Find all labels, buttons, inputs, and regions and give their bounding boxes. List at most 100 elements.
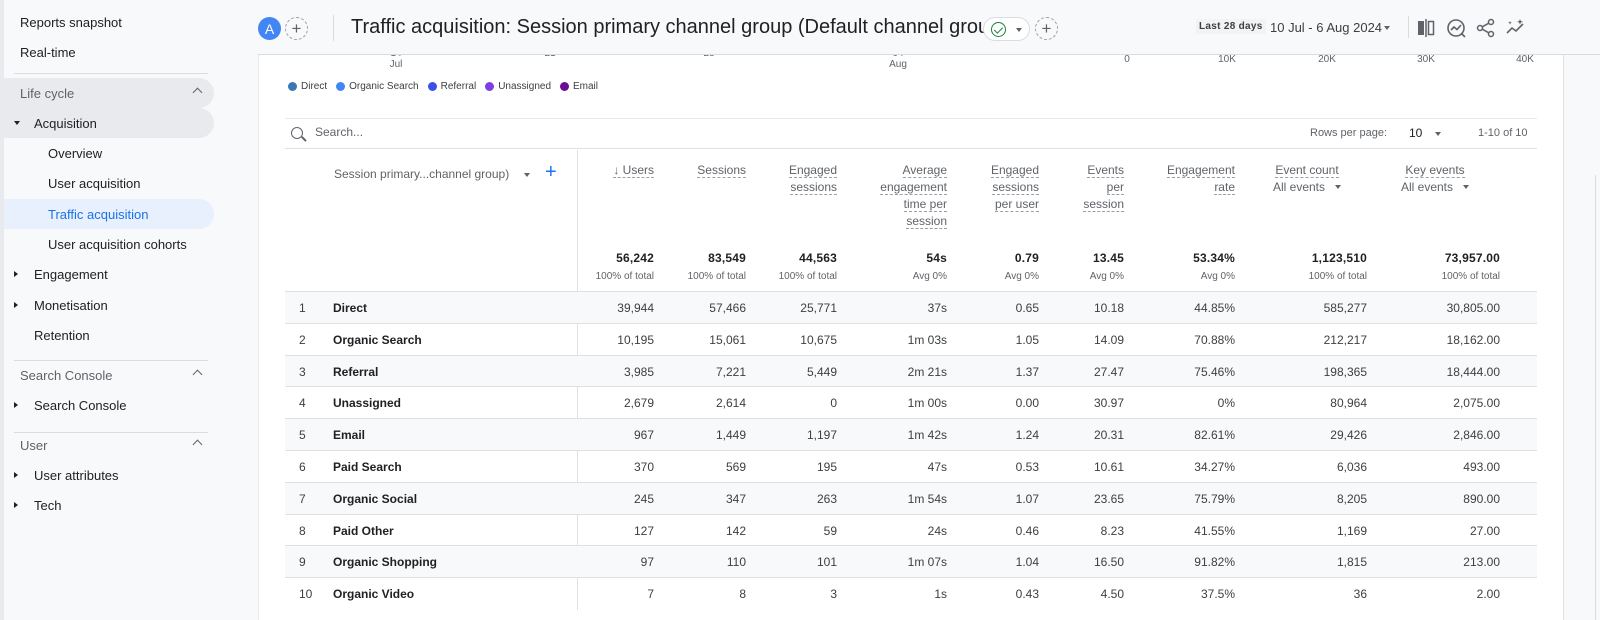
metric-column-header[interactable]: Key events All events: [1370, 162, 1500, 196]
sidebar-item-acquisition[interactable]: Acquisition: [4, 108, 214, 138]
metric-total: 44,563: [799, 251, 837, 265]
metric-cell: 20.31: [1093, 428, 1124, 443]
sidebar-item-overview[interactable]: Overview: [4, 138, 214, 168]
check-circle-icon: [991, 22, 1006, 37]
metric-cell: 59: [823, 523, 837, 538]
channel-name[interactable]: Direct: [333, 301, 367, 315]
legend-item-organic-search[interactable]: Organic Search: [336, 81, 419, 92]
share-icon[interactable]: [1475, 17, 1497, 39]
channel-name[interactable]: Email: [333, 428, 365, 442]
metric-cell: 213.00: [1463, 555, 1500, 570]
metric-column-header[interactable]: ↓ Users: [584, 162, 654, 179]
table-row[interactable]: 7 Organic Social 245 347 263 1m 54s 1.07 23.65 7…: [285, 481, 1537, 514]
table-row[interactable]: 4 Unassigned 2,679 2,614 0 1m 00s 0.00 30.97 0% 8…: [285, 386, 1537, 418]
metric-total: 73,957.00: [1444, 251, 1500, 265]
dimension-selector[interactable]: Session primary...channel group): [334, 167, 530, 181]
table-row[interactable]: 9 Organic Shopping 97 110 101 1m 07s 1.04 16.50…: [285, 545, 1537, 578]
metric-header-label: Event count: [1275, 163, 1339, 178]
channel-name[interactable]: Unassigned: [333, 396, 401, 410]
legend-dot-icon: [336, 82, 346, 91]
table-row[interactable]: 1 Direct 39,944 57,466 25,771 37s 0.65 10.18 44.…: [285, 291, 1537, 323]
metric-column-header[interactable]: Event count All events: [1247, 162, 1367, 196]
add-dimension-button[interactable]: +: [545, 161, 557, 184]
table-row[interactable]: 6 Paid Search 370 569 195 47s 0.53 10.61 34.27% 6…: [285, 450, 1537, 482]
bar-axis-tick: 20K: [1318, 54, 1336, 65]
date-dropdown-arrow-icon[interactable]: [1384, 26, 1390, 30]
metric-column-header[interactable]: Engaged sessions per user: [959, 162, 1039, 213]
table-row[interactable]: 8 Paid Other 127 142 59 24s 0.46 8.23 41.55% 1,16…: [285, 513, 1537, 546]
sidebar-item-engagement[interactable]: Engagement: [4, 259, 214, 289]
channel-name[interactable]: Organic Shopping: [333, 555, 437, 569]
plus-icon: +: [1041, 19, 1052, 38]
report-status-chip[interactable]: [983, 17, 1030, 41]
metric-header-label: sessions: [790, 180, 837, 195]
sidebar-item-user-attributes[interactable]: User attributes: [4, 460, 214, 490]
metric-total-subtext: 100% of total: [778, 271, 837, 282]
metric-cell: 10,675: [800, 332, 837, 347]
channel-name[interactable]: Referral: [333, 365, 378, 379]
add-comparison-button[interactable]: +: [285, 17, 308, 40]
channel-name[interactable]: Paid Search: [333, 460, 402, 474]
row-rank: 10: [299, 587, 313, 602]
channel-name[interactable]: Paid Other: [333, 524, 394, 538]
page-scrollbar[interactable]: [1595, 175, 1596, 620]
sidebar-item-user-acquisition[interactable]: User acquisition: [4, 168, 214, 198]
metric-cell: 75.79%: [1194, 491, 1235, 506]
sidebar-item-traffic-acquisition[interactable]: Traffic acquisition: [4, 199, 214, 229]
date-range-picker[interactable]: 10 Jul - 6 Aug 2024: [1270, 20, 1382, 35]
table-row[interactable]: 3 Referral 3,985 7,221 5,449 2m 21s 1.37 27.47 7…: [285, 354, 1537, 387]
metric-cell: 8.23: [1100, 523, 1124, 538]
sidebar-section-life-cycle[interactable]: Life cycle: [4, 78, 214, 108]
insights-sparkle-icon[interactable]: [1505, 17, 1527, 39]
chart-legend: Direct Organic Search Referral Unassigne…: [288, 81, 598, 92]
sidebar-section-user[interactable]: User: [4, 430, 214, 460]
event-filter-selector[interactable]: All events: [1370, 179, 1500, 196]
add-filter-button[interactable]: +: [1035, 17, 1058, 40]
metric-cell: 195: [816, 460, 837, 474]
metric-column-header[interactable]: Engagement rate: [1135, 162, 1235, 196]
metric-cell: 198,365: [1323, 364, 1367, 379]
sidebar-item-user-acquisition-cohorts[interactable]: User acquisition cohorts: [4, 229, 214, 259]
rows-per-page-select[interactable]: 10: [1409, 126, 1441, 140]
table-row[interactable]: 5 Email 967 1,449 1,197 1m 42s 1.24 20.31 82.61%…: [285, 418, 1537, 451]
legend-item-direct[interactable]: Direct: [288, 81, 327, 92]
sidebar-item-retention[interactable]: Retention: [4, 320, 214, 350]
metric-cell: 10.18: [1093, 301, 1124, 315]
metric-column-header[interactable]: Average engagement time per session: [847, 162, 947, 230]
legend-item-referral[interactable]: Referral: [427, 81, 476, 92]
sidebar-item-reports-snapshot[interactable]: Reports snapshot: [4, 7, 214, 37]
legend-item-email[interactable]: Email: [560, 81, 598, 92]
table-row[interactable]: 2 Organic Search 10,195 15,061 10,675 1m 03s 1…: [285, 322, 1537, 355]
sidebar-item-search-console[interactable]: Search Console: [4, 390, 214, 420]
comparison-avatar[interactable]: A: [258, 17, 281, 40]
insights-chart-icon[interactable]: [1445, 17, 1467, 39]
compare-columns-icon[interactable]: [1415, 17, 1437, 39]
metric-column-header[interactable]: Engaged sessions: [757, 162, 837, 196]
sidebar-item-real-time[interactable]: Real-time: [4, 37, 214, 67]
sidebar-item-monetisation[interactable]: Monetisation: [4, 290, 214, 320]
channel-name[interactable]: Organic Search: [333, 333, 422, 347]
channel-name[interactable]: Organic Social: [333, 492, 417, 506]
table-search-input[interactable]: [315, 125, 715, 139]
header-line: engagement: [847, 179, 947, 196]
table-row[interactable]: 10 Organic Video 7 8 3 1s 0.43 4.50 37.5% 36 2.00: [285, 577, 1537, 609]
metric-column-header[interactable]: Sessions: [666, 162, 746, 179]
sidebar-item-label: User acquisition: [48, 175, 141, 191]
metric-cell: 2,075.00: [1453, 396, 1500, 411]
header-line: per: [1054, 179, 1124, 196]
legend-item-unassigned[interactable]: Unassigned: [485, 81, 551, 92]
metric-cell: 0%: [1217, 396, 1235, 411]
sidebar-section-search-console[interactable]: Search Console: [4, 360, 214, 390]
sidebar-item-label: Traffic acquisition: [48, 206, 149, 222]
metric-column-header[interactable]: Events per session: [1054, 162, 1124, 213]
sidebar-item-label: Reports snapshot: [20, 14, 122, 30]
sidebar-item-tech[interactable]: Tech: [4, 490, 214, 520]
metric-cell: 142: [725, 523, 746, 538]
plus-icon: +: [291, 19, 302, 38]
metric-cell: 7: [647, 587, 654, 602]
metric-cell: 39,944: [617, 301, 654, 315]
channel-name[interactable]: Organic Video: [333, 587, 414, 601]
metric-cell: 0.00: [1015, 396, 1039, 411]
sidebar-item-label: Overview: [48, 145, 103, 161]
event-filter-selector[interactable]: All events: [1247, 179, 1367, 196]
